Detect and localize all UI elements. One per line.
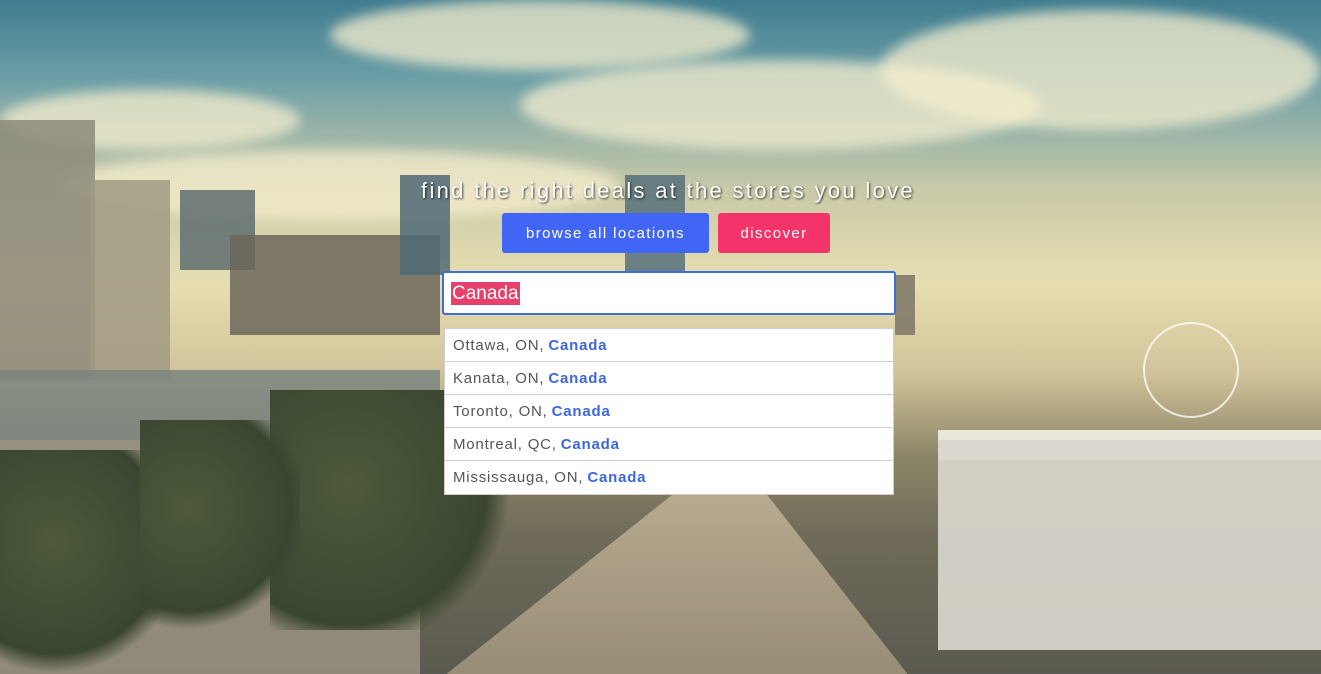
cloud bbox=[880, 10, 1320, 130]
building bbox=[0, 120, 95, 380]
suggestion-item[interactable]: Mississauga, ON, Canada bbox=[445, 461, 893, 494]
suggestion-item[interactable]: Toronto, ON, Canada bbox=[445, 395, 893, 428]
building bbox=[90, 180, 170, 380]
suggestion-country: Canada bbox=[548, 336, 608, 354]
suggestion-item[interactable]: Montreal, QC, Canada bbox=[445, 428, 893, 461]
ferris-wheel bbox=[1143, 322, 1239, 418]
tagline: find the right deals at the stores you l… bbox=[421, 178, 915, 203]
suggestion-country: Canada bbox=[560, 435, 620, 453]
building bbox=[895, 275, 915, 335]
suggestion-item[interactable]: Ottawa, ON, Canada bbox=[445, 329, 893, 362]
browse-all-locations-button[interactable]: browse all locations bbox=[502, 213, 709, 253]
cloud bbox=[330, 0, 750, 70]
suggestion-country: Canada bbox=[548, 369, 608, 387]
suggestion-place: Montreal, QC, bbox=[453, 435, 557, 453]
suggestion-country: Canada bbox=[551, 402, 611, 420]
discover-button[interactable]: discover bbox=[718, 213, 830, 253]
pier-building bbox=[938, 440, 1321, 650]
suggestion-place: Mississauga, ON, bbox=[453, 469, 584, 486]
suggestion-item[interactable]: Kanata, ON, Canada bbox=[445, 362, 893, 395]
suggestion-dropdown: Ottawa, ON, Canada Kanata, ON, Canada To… bbox=[444, 328, 894, 495]
suggestion-place: Toronto, ON, bbox=[453, 402, 548, 420]
location-search-input[interactable]: Canada bbox=[442, 271, 896, 315]
suggestion-place: Kanata, ON, bbox=[453, 369, 545, 387]
suggestion-place: Ottawa, ON, bbox=[453, 336, 545, 354]
trees bbox=[140, 420, 300, 640]
hero-background: find the right deals at the stores you l… bbox=[0, 0, 1321, 674]
search-selected-text: Canada bbox=[451, 281, 520, 305]
suggestion-country: Canada bbox=[587, 469, 647, 486]
